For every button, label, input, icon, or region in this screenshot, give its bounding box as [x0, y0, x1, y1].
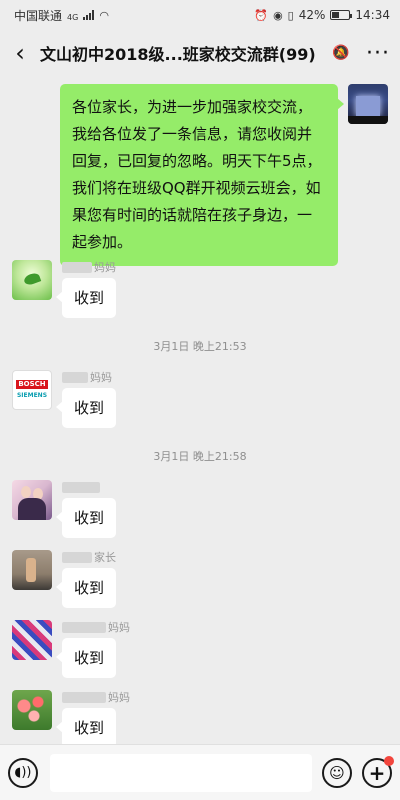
- message-body: 妈妈 收到: [55, 370, 117, 428]
- wifi-icon: ◠: [99, 8, 109, 22]
- sender-name: 妈妈: [62, 620, 130, 634]
- back-button[interactable]: ‹: [0, 30, 40, 76]
- clock: 14:34: [355, 8, 390, 22]
- mute-icon: 🔕: [332, 45, 350, 61]
- masked-name: [62, 691, 106, 703]
- sender-name: 妈妈: [62, 260, 116, 274]
- sender-name-suffix: 妈妈: [108, 621, 130, 634]
- message-bubble[interactable]: 收到: [55, 388, 117, 428]
- message-bubble[interactable]: 收到: [55, 498, 117, 538]
- list-item: BOSCH SIEMENS 妈妈 收到: [12, 370, 117, 428]
- message-input[interactable]: [50, 753, 312, 792]
- vibrate-icon: ▯: [287, 8, 294, 22]
- avatar[interactable]: [12, 620, 52, 660]
- more-functions-button[interactable]: +: [362, 755, 394, 788]
- masked-name: [62, 371, 88, 383]
- message-bubble[interactable]: 收到: [55, 638, 117, 678]
- avatar[interactable]: [12, 550, 52, 590]
- chat-title: 文山初中2018级...班家校交流群(99): [40, 45, 316, 64]
- masked-name: [62, 551, 92, 563]
- sender-name-suffix: 家长: [94, 551, 116, 564]
- carrier-label: 中国联通: [14, 8, 63, 23]
- status-right: ⏰ ◉ ▯ 42% 14:34: [254, 8, 390, 22]
- eye-icon: ◉: [273, 8, 283, 22]
- voice-button[interactable]: ◖)): [8, 757, 38, 788]
- sender-name: 妈妈: [62, 370, 116, 384]
- sender-name-suffix: 妈妈: [94, 261, 116, 274]
- emoji-icon: ☺: [329, 763, 345, 782]
- more-icon: ···: [366, 40, 390, 66]
- alarm-icon: ⏰: [254, 8, 269, 22]
- message-bubble[interactable]: 收到: [55, 278, 117, 318]
- message-body: 妈妈 收到: [55, 620, 130, 678]
- plus-icon: +: [368, 760, 386, 785]
- avatar[interactable]: BOSCH SIEMENS: [12, 370, 52, 410]
- message-body: 家长 收到: [55, 550, 117, 608]
- self-message-bubble[interactable]: 各位家长，为进一步加强家校交流，我给各位发了一条信息，请您收阅并回复，已回复的忽…: [60, 84, 344, 266]
- message-bubble[interactable]: 收到: [55, 708, 117, 744]
- status-bar: 中国联通 4G ◠ ⏰ ◉ ▯ 42% 14:34: [0, 0, 400, 30]
- masked-name: [62, 621, 106, 633]
- masked-name: [62, 261, 92, 273]
- timestamp: 3月1日 晚上21:53: [153, 340, 247, 353]
- timestamp: 3月1日 晚上21:58: [153, 450, 247, 463]
- battery-icon: [330, 10, 353, 20]
- masked-name: [62, 481, 100, 493]
- sender-name: [62, 480, 116, 494]
- list-item: 妈妈 收到: [12, 690, 130, 744]
- chat-header: ‹ 文山初中2018级...班家校交流群(99) 🔕 ···: [0, 30, 400, 76]
- status-left: 中国联通 4G ◠: [14, 7, 109, 24]
- avatar[interactable]: [12, 260, 52, 300]
- input-bar: ◖)) ☺ +: [0, 744, 400, 800]
- list-item: 妈妈 收到: [12, 260, 117, 318]
- message-body: 妈妈 收到: [55, 260, 117, 318]
- avatar[interactable]: [12, 690, 52, 730]
- brand-logo-text: SIEMENS: [16, 392, 48, 399]
- sender-name: 妈妈: [62, 690, 130, 704]
- sender-name: 家长: [62, 550, 116, 564]
- list-item: 收到: [12, 480, 117, 538]
- signal-icon: [83, 10, 95, 20]
- notification-dot: [384, 755, 394, 766]
- list-item: 家长 收到: [12, 550, 117, 608]
- more-options-button[interactable]: ···: [356, 41, 400, 66]
- brand-logo-text: BOSCH: [16, 380, 48, 389]
- battery-percent: 42%: [298, 8, 326, 22]
- self-message: 各位家长，为进一步加强家校交流，我给各位发了一条信息，请您收阅并回复，已回复的忽…: [60, 84, 388, 266]
- avatar[interactable]: [12, 480, 52, 520]
- chevron-left-icon: ‹: [15, 39, 25, 67]
- message-body: 妈妈 收到: [55, 690, 130, 744]
- message-bubble[interactable]: 收到: [55, 568, 117, 608]
- message-list[interactable]: 各位家长，为进一步加强家校交流，我给各位发了一条信息，请您收阅并回复，已回复的忽…: [0, 76, 400, 744]
- list-item: 妈妈 收到: [12, 620, 130, 678]
- sender-name-suffix: 妈妈: [90, 371, 112, 384]
- self-avatar[interactable]: [348, 84, 388, 124]
- emoji-button[interactable]: ☺: [322, 757, 352, 788]
- voice-icon: ◖)): [14, 765, 32, 780]
- message-body: 收到: [55, 480, 117, 538]
- network-type-label: 4G: [67, 12, 79, 22]
- sender-name-suffix: 妈妈: [108, 691, 130, 704]
